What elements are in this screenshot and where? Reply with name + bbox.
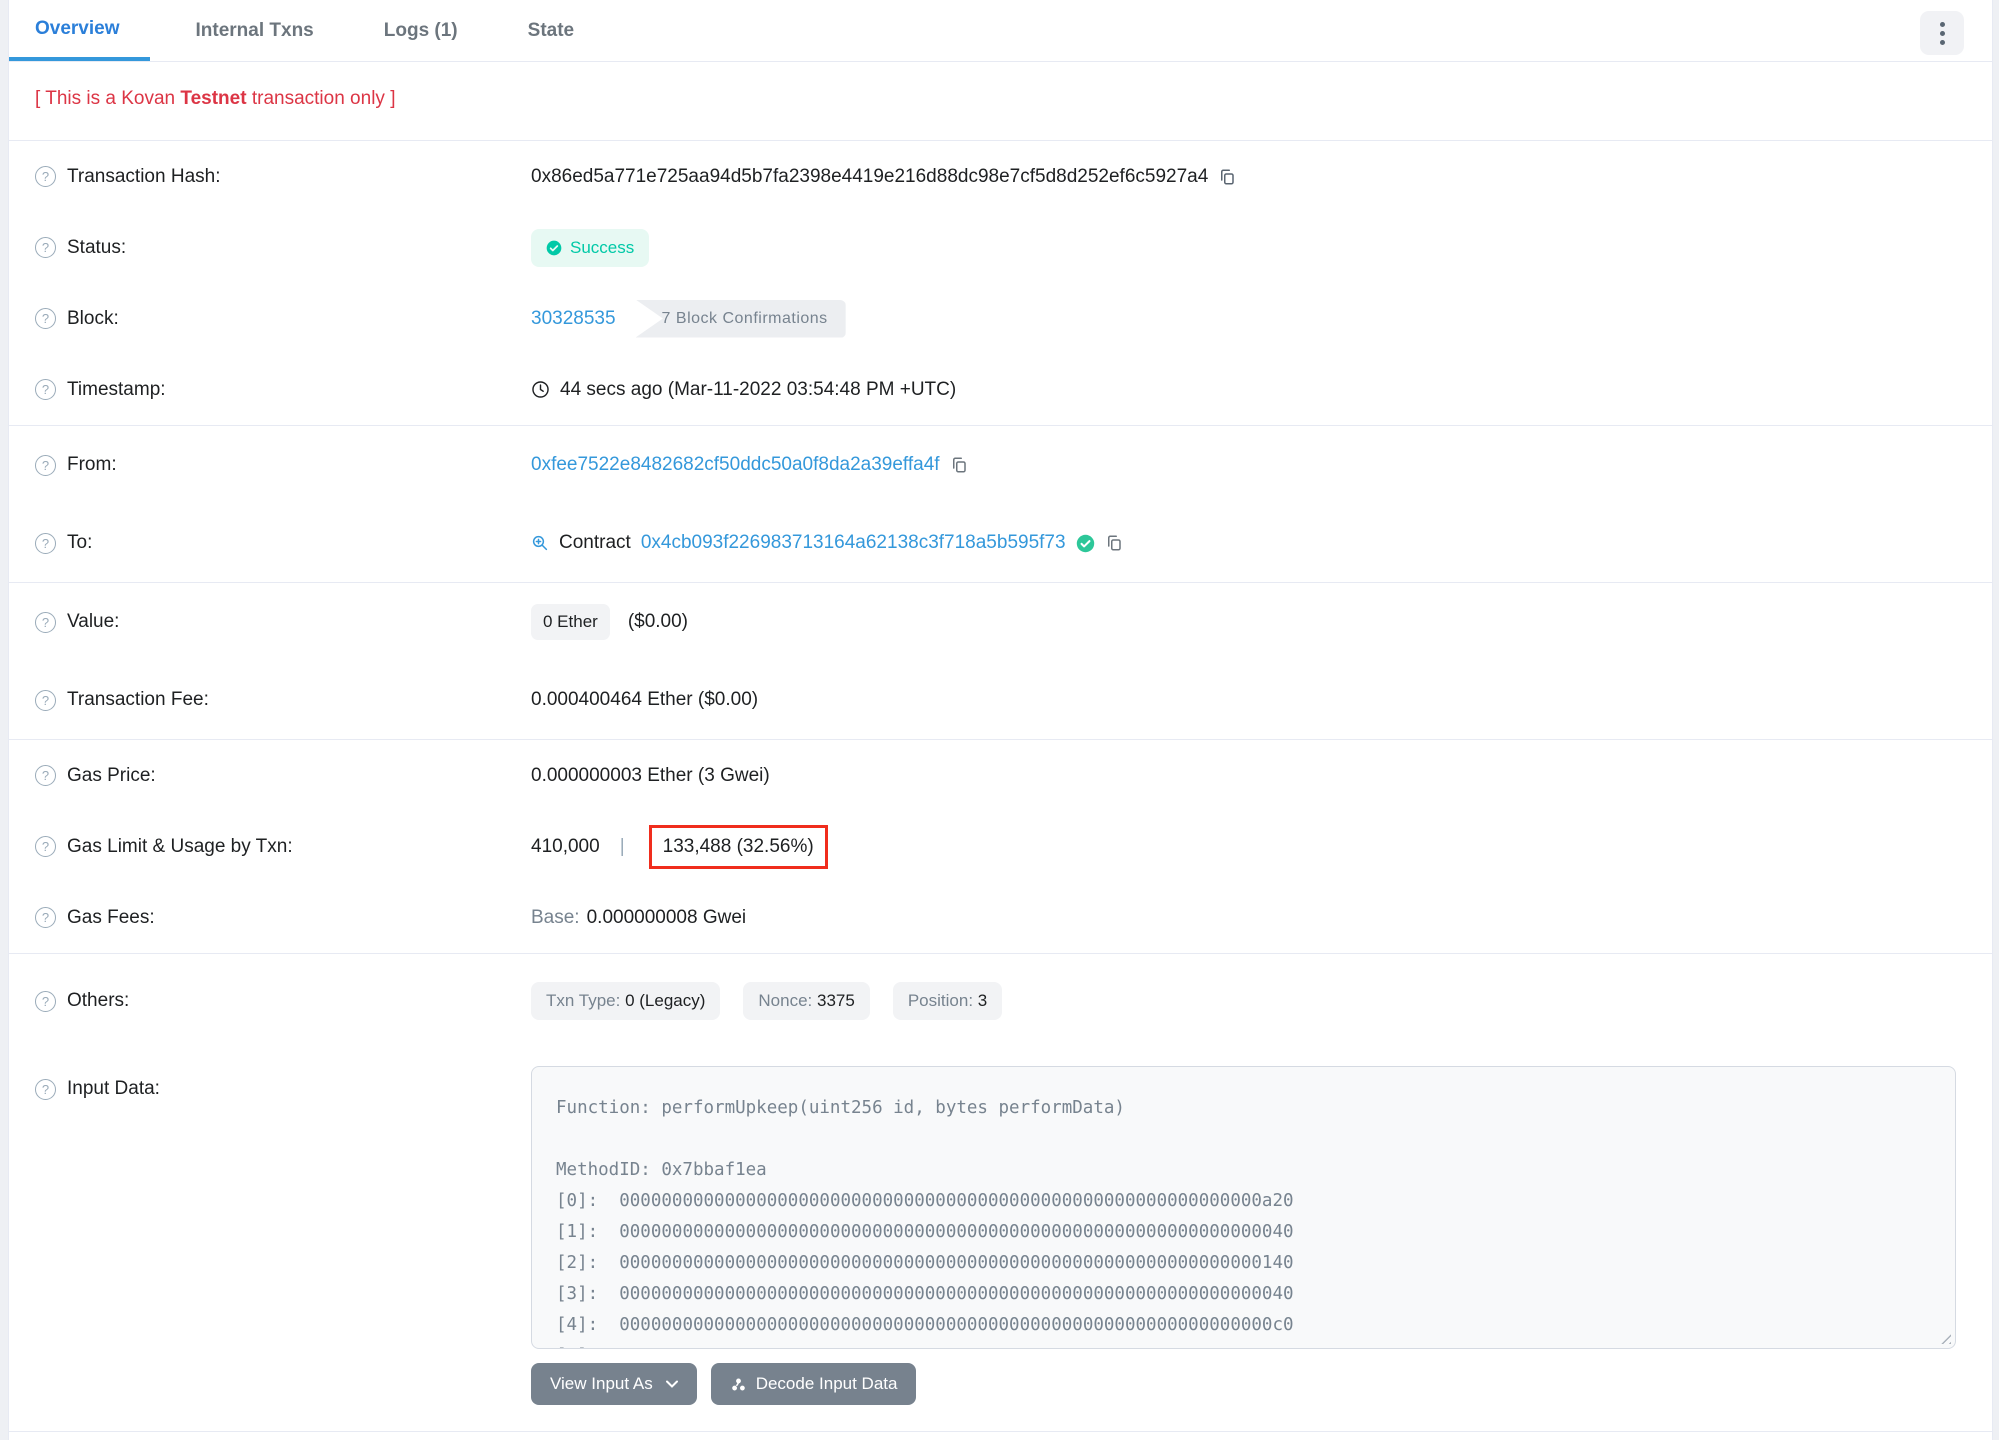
tab-overview[interactable]: Overview xyxy=(9,0,150,61)
kebab-menu-button[interactable] xyxy=(1920,11,1964,55)
row-gas-fees: ? Gas Fees: Base: 0.000000008 Gwei xyxy=(9,882,1992,953)
clock-icon xyxy=(531,380,550,399)
copy-icon[interactable] xyxy=(950,456,968,474)
help-icon[interactable]: ? xyxy=(35,532,56,554)
nonce-badge: Nonce: 3375 xyxy=(743,982,870,1020)
zoom-in-icon[interactable] xyxy=(531,534,549,552)
tab-state[interactable]: State xyxy=(504,0,598,61)
gas-separator: | xyxy=(619,835,625,857)
gas-fees-label: Gas Fees: xyxy=(67,906,155,928)
help-icon[interactable]: ? xyxy=(35,689,56,711)
row-gas-price: ? Gas Price: 0.000000003 Ether (3 Gwei) xyxy=(9,740,1992,811)
row-gas-limit-usage: ? Gas Limit & Usage by Txn: 410,000 | 13… xyxy=(9,811,1992,882)
value-amount-badge: 0 Ether xyxy=(531,604,610,640)
gas-limit-usage-label: Gas Limit & Usage by Txn: xyxy=(67,835,293,857)
check-circle-icon xyxy=(546,240,562,255)
copy-icon[interactable] xyxy=(1105,534,1123,552)
from-label: From: xyxy=(67,454,117,475)
row-from: ? From: 0xfee7522e8482682cf50ddc50a0f8da… xyxy=(9,426,1992,504)
section-summary: ? Transaction Hash: 0x86ed5a771e725aa94d… xyxy=(9,141,1992,426)
tab-logs[interactable]: Logs (1) xyxy=(360,0,482,61)
others-label: Others: xyxy=(67,990,130,1011)
section-addresses: ? From: 0xfee7522e8482682cf50ddc50a0f8da… xyxy=(9,426,1992,583)
help-icon[interactable]: ? xyxy=(35,454,56,476)
value-label: Value: xyxy=(67,611,120,632)
input-data-label: Input Data: xyxy=(67,1078,160,1099)
transaction-fee-label: Transaction Fee: xyxy=(67,689,209,710)
section-value: ? Value: 0 Ether ($0.00) ? Transaction F… xyxy=(9,583,1992,740)
transaction-card: Overview Internal Txns Logs (1) State [ … xyxy=(8,0,1993,1440)
row-value: ? Value: 0 Ether ($0.00) xyxy=(9,583,1992,661)
transaction-hash-label: Transaction Hash: xyxy=(67,165,221,187)
position-badge: Position: 3 xyxy=(892,982,1003,1020)
view-input-as-button[interactable]: View Input As xyxy=(531,1363,697,1405)
input-data-textarea[interactable]: Function: performUpkeep(uint256 id, byte… xyxy=(531,1066,1956,1349)
timestamp-label: Timestamp: xyxy=(67,378,166,400)
gas-usage-value: 133,488 (32.56%) xyxy=(662,835,814,857)
block-number-link[interactable]: 30328535 xyxy=(531,308,616,330)
kebab-dot xyxy=(1939,30,1945,36)
gas-fees-base-value: 0.000000008 Gwei xyxy=(586,906,747,928)
input-param-line: [1]: 00000000000000000000000000000000000… xyxy=(556,1222,1294,1242)
help-icon[interactable]: ? xyxy=(35,308,56,329)
transaction-hash-value: 0x86ed5a771e725aa94d5b7fa2398e4419e216d8… xyxy=(531,165,1209,187)
chevron-down-icon xyxy=(665,1380,678,1388)
kebab-dot xyxy=(1939,21,1945,27)
txn-type-badge: Txn Type: 0 (Legacy) xyxy=(531,982,721,1020)
help-icon[interactable]: ? xyxy=(35,166,56,187)
tab-bar: Overview Internal Txns Logs (1) State xyxy=(9,0,1992,62)
decode-icon xyxy=(730,1376,747,1393)
status-label: Status: xyxy=(67,236,127,258)
gas-price-label: Gas Price: xyxy=(67,764,156,786)
gas-price-value: 0.000000003 Ether (3 Gwei) xyxy=(531,764,770,786)
row-transaction-fee: ? Transaction Fee: 0.000400464 Ether ($0… xyxy=(9,661,1992,739)
help-icon[interactable]: ? xyxy=(35,836,56,857)
to-label: To: xyxy=(67,532,93,553)
from-address-link[interactable]: 0xfee7522e8482682cf50ddc50a0f8da2a39effa… xyxy=(531,454,940,476)
help-icon[interactable]: ? xyxy=(35,237,56,258)
input-param-line: [4]: 00000000000000000000000000000000000… xyxy=(556,1315,1294,1335)
to-address-link[interactable]: 0x4cb093f226983713164a62138c3f718a5b595f… xyxy=(641,532,1066,554)
help-icon[interactable]: ? xyxy=(35,1078,56,1100)
tab-internal-txns[interactable]: Internal Txns xyxy=(172,0,338,61)
help-icon[interactable]: ? xyxy=(35,765,56,786)
timestamp-value: 44 secs ago (Mar-11-2022 03:54:48 PM +UT… xyxy=(560,378,957,400)
row-block: ? Block: 30328535 7 Block Confirmations xyxy=(9,283,1992,354)
row-input-data: ? Input Data: Function: performUpkeep(ui… xyxy=(9,1048,1992,1431)
row-status: ? Status: Success xyxy=(9,212,1992,283)
help-icon[interactable]: ? xyxy=(35,379,56,400)
row-to: ? To: Contract 0x4cb093f226983713164a621… xyxy=(9,504,1992,582)
decode-input-data-button[interactable]: Decode Input Data xyxy=(710,1363,917,1405)
help-icon[interactable]: ? xyxy=(35,990,56,1012)
value-fiat: ($0.00) xyxy=(627,611,689,632)
kebab-dot xyxy=(1939,39,1945,45)
input-param-line: [2]: 00000000000000000000000000000000000… xyxy=(556,1253,1294,1273)
transaction-fee-value: 0.000400464 Ether ($0.00) xyxy=(531,689,759,710)
gas-limit-value: 410,000 xyxy=(531,835,600,857)
gas-usage-highlight-box: 133,488 (32.56%) xyxy=(648,824,828,869)
copy-icon[interactable] xyxy=(1218,168,1236,186)
resize-handle[interactable] xyxy=(1938,1331,1951,1344)
to-contract-kind: Contract xyxy=(559,532,631,553)
input-param-line: [0]: 00000000000000000000000000000000000… xyxy=(556,1191,1294,1211)
input-param-line: [5]: 00000000000000000000000000000000000… xyxy=(556,1341,1931,1348)
verified-check-icon xyxy=(1076,534,1095,553)
input-methodid-line: MethodID: 0x7bbaf1ea xyxy=(556,1160,767,1180)
row-timestamp: ? Timestamp: 44 secs ago (Mar-11-2022 03… xyxy=(9,354,1992,425)
status-badge: Success xyxy=(531,228,650,267)
row-others: ? Others: Txn Type: 0 (Legacy) Nonce: 33… xyxy=(9,954,1992,1048)
gas-fees-base-label: Base: xyxy=(531,906,580,928)
help-icon[interactable]: ? xyxy=(35,611,56,633)
transaction-page: Overview Internal Txns Logs (1) State [ … xyxy=(0,0,1999,1440)
input-param-line: [3]: 00000000000000000000000000000000000… xyxy=(556,1284,1294,1304)
block-confirmations-badge: 7 Block Confirmations xyxy=(635,299,846,338)
block-label: Block: xyxy=(67,307,119,329)
section-others: ? Others: Txn Type: 0 (Legacy) Nonce: 33… xyxy=(9,954,1992,1432)
help-icon[interactable]: ? xyxy=(35,907,56,928)
section-gas: ? Gas Price: 0.000000003 Ether (3 Gwei) … xyxy=(9,740,1992,954)
row-transaction-hash: ? Transaction Hash: 0x86ed5a771e725aa94d… xyxy=(9,141,1992,212)
input-function-line: Function: performUpkeep(uint256 id, byte… xyxy=(556,1098,1125,1118)
testnet-notice: [ This is a Kovan Testnet transaction on… xyxy=(9,62,1992,141)
